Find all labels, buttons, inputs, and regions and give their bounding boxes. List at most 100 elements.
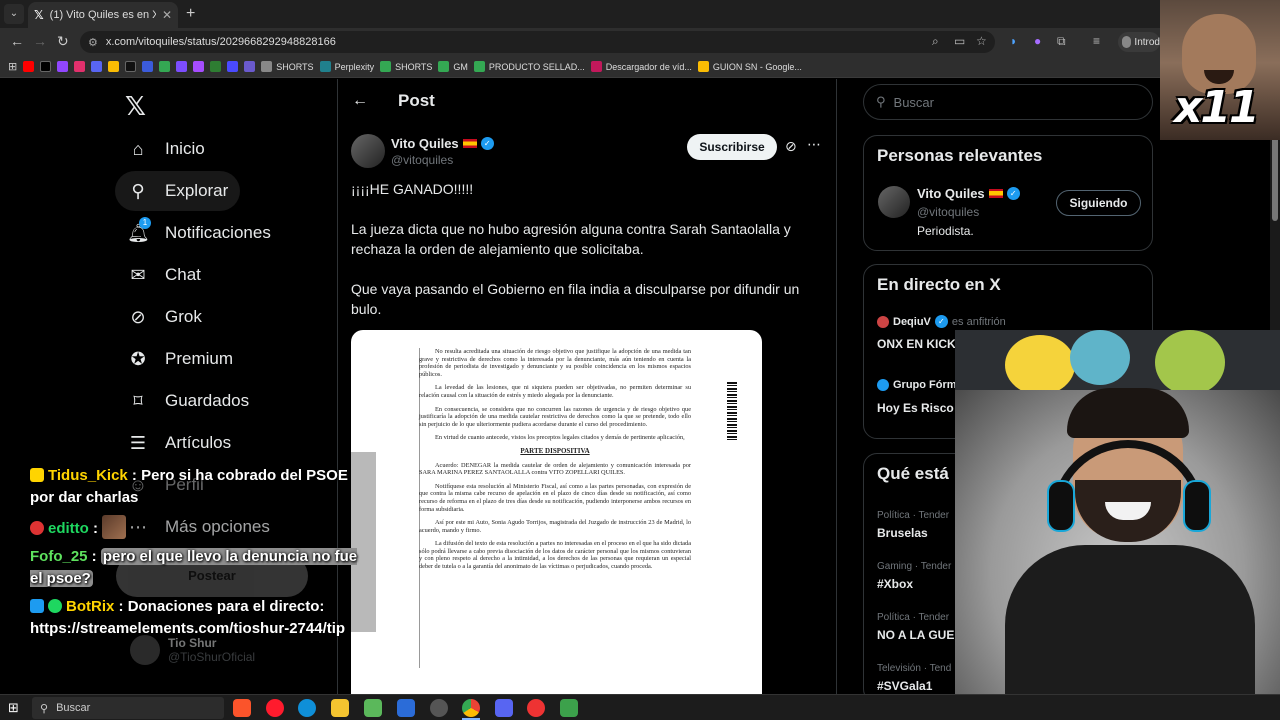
avatar[interactable] [878,186,910,218]
crown-badge-icon [30,468,44,482]
edge-icon[interactable] [298,699,316,717]
plush-toy [1155,330,1225,395]
chat-message: Tidus_Kick : Pero si ha cobrado del PSOE… [30,467,348,506]
media-icon[interactable]: ≡ [1093,34,1100,48]
streamer-hair [1067,388,1189,438]
sidebar-item-notificaciones[interactable]: 🔔︎ 1 Notificaciones [115,213,283,253]
live-title[interactable]: ONX EN KICK [877,337,956,351]
back-arrow-icon[interactable]: ← [10,33,24,49]
column-divider [836,79,837,694]
tab-title: (1) Vito Quiles es en X: "¡¡¡¡HE G [49,9,156,21]
x-logo-icon[interactable]: 𝕏 [125,91,146,122]
reload-icon[interactable]: ↻ [57,33,69,50]
bookmark-icon[interactable] [176,61,188,72]
grok-icon[interactable]: ⊘ [785,138,797,155]
subscribe-button[interactable]: Suscribirse [687,134,777,160]
instagram-bookmark-icon[interactable] [74,61,86,72]
document-paragraph: En consecuencia, se considera que no con… [419,405,691,428]
trend-name[interactable]: Bruselas [877,526,928,540]
chat-username: Fofo_25 [30,548,88,565]
post-image-document[interactable]: No resulta acreditada una situación de r… [351,330,762,694]
zoom-icon[interactable]: ⌕ [932,34,939,49]
relevant-name-row[interactable]: Vito Quiles ✓ [917,186,1020,201]
youtube-bookmark-icon[interactable] [23,61,35,72]
sidebar-item-guardados[interactable]: ⌑ Guardados [115,381,261,421]
site-info-icon[interactable]: ⚙ [88,36,98,49]
bookmark-shorts-2[interactable]: SHORTS [380,61,432,72]
live-host-row[interactable]: DeqiuV ✓ es anfitrión [877,315,1006,328]
sidebar-item-explorar[interactable]: ⚲ Explorar [115,171,241,211]
bookmark-icon[interactable] [227,61,239,72]
discord-bookmark-icon[interactable] [91,61,103,72]
bookmark-icon[interactable] [193,61,205,72]
file-explorer-icon[interactable] [331,699,349,717]
back-arrow-icon[interactable]: ← [352,92,368,110]
x-bookmark-icon[interactable] [40,61,52,72]
bookmark-descargador[interactable]: Descargador de víd... [590,61,692,72]
close-tab-icon[interactable]: ✕ [162,8,172,22]
following-button[interactable]: Siguiendo [1056,190,1141,216]
apps-grid-icon[interactable]: ⊞ [8,60,17,73]
author-handle[interactable]: @vitoquiles [391,153,453,167]
bookmark-icon[interactable] [142,61,154,72]
sidebar-item-grok[interactable]: ⊘ Grok [115,297,214,337]
trend-name[interactable]: #SVGala1 [877,679,932,693]
bookmark-icon[interactable] [244,61,256,72]
document-body: No resulta acreditada una situación de r… [419,348,691,577]
sidebar-item-chat[interactable]: ✉ Chat [115,255,213,295]
mail-icon[interactable] [397,699,415,717]
pokeball-icon[interactable] [527,699,545,717]
trend-category: Política · Tender [877,612,950,623]
card-title: Personas relevantes [877,146,1043,165]
tiktok-bookmark-icon[interactable] [125,61,137,72]
mail-icon: ✉ [130,264,146,285]
brave-icon[interactable] [233,699,251,717]
reaction-counter: x11 [1174,82,1260,133]
bookmark-icon[interactable] [159,61,171,72]
bookmark-producto[interactable]: PRODUCTO SELLAD... [473,61,585,72]
trend-name[interactable]: #Xbox [877,577,913,591]
cast-icon[interactable]: ▭ [954,34,965,48]
forward-arrow-icon[interactable]: → [33,33,47,49]
star-bookmark-icon[interactable]: ☆ [976,34,987,48]
extension-icon[interactable]: ● [1034,34,1041,48]
live-title[interactable]: Hoy Es Risco [877,401,954,415]
app-icon[interactable] [560,699,578,717]
new-tab-button[interactable]: + [186,5,195,23]
tab-search-button[interactable]: ⌄ [4,4,24,24]
taskbar-search[interactable]: ⚲ Buscar [32,697,224,719]
twitch-bookmark-icon[interactable] [57,61,69,72]
bookmark-gm[interactable]: GM [438,61,468,72]
extension-icon[interactable]: ◗ [1010,34,1017,48]
more-options-icon[interactable]: ⋯ [807,136,821,153]
author-name-row[interactable]: Vito Quiles ✓ [391,136,494,151]
url-text: x.com/vitoquiles/status/2029668292948828… [105,36,336,48]
verified-badge-icon [48,599,62,613]
opera-icon[interactable] [266,699,284,717]
sidebar-item-articulos[interactable]: ☰ Artículos [115,423,243,463]
trend-category: Política · Tender [877,510,950,521]
bookmark-shorts[interactable]: SHORTS [261,61,314,72]
trend-name[interactable]: NO A LA GUE [877,628,954,642]
bookmark-icon[interactable] [108,61,120,72]
browser-tab[interactable]: 𝕏 (1) Vito Quiles es en X: "¡¡¡¡HE G ✕ [28,2,178,28]
url-field[interactable]: ⚙ x.com/vitoquiles/status/20296682929488… [80,31,995,53]
app-icon[interactable] [364,699,382,717]
sidebar-item-premium[interactable]: ✪ Premium [115,339,245,379]
sheets-bookmark-icon[interactable] [210,61,222,72]
profile-button[interactable]: Introd [1118,32,1160,52]
sidebar-item-label: Chat [165,265,201,284]
bookmark-perplexity[interactable]: Perplexity [319,61,374,72]
windows-start-icon[interactable]: ⊞ [8,700,19,716]
discord-icon[interactable] [495,699,513,717]
extensions-puzzle-icon[interactable]: ⧉ [1057,34,1066,49]
post-header: ← Post [352,91,435,111]
search-input[interactable]: ⚲ Buscar [863,84,1153,120]
bookmark-guion[interactable]: GUION SN - Google... [697,61,802,72]
sidebar-item-inicio[interactable]: ⌂ Inicio [115,129,217,169]
chrome-icon[interactable] [462,699,480,717]
chat-username: BotRix [66,598,115,615]
avatar[interactable] [351,134,385,168]
live-host-row[interactable]: Grupo Fórm [877,379,957,391]
obs-icon[interactable] [430,699,448,717]
